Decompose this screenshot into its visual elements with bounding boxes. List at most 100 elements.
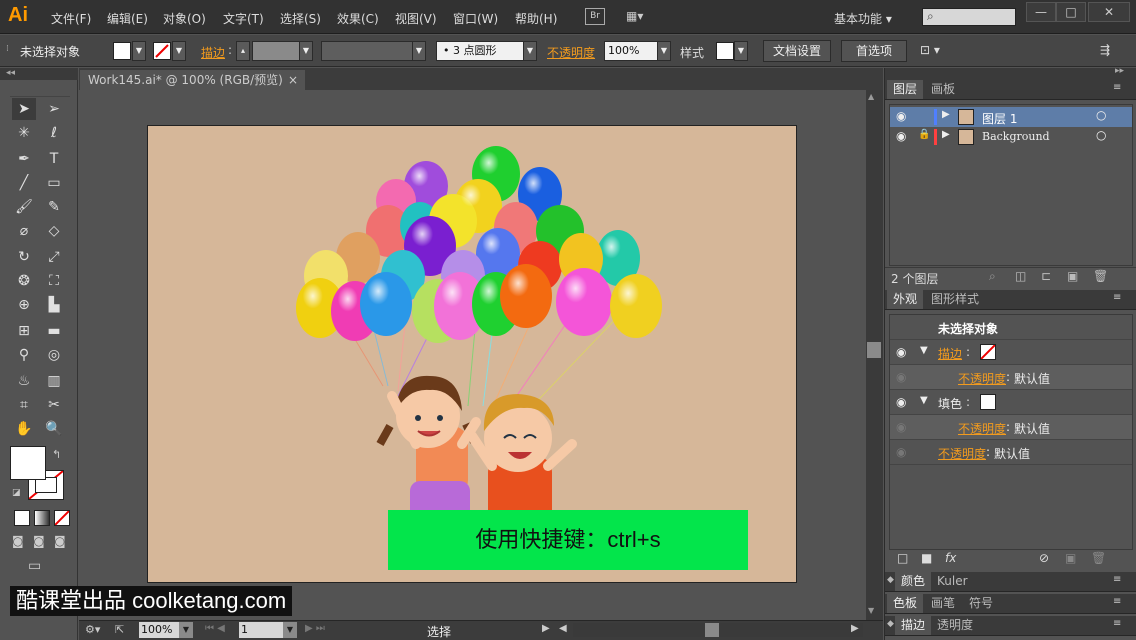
menu-type[interactable]: 文字(T): [223, 10, 264, 27]
restore-button[interactable]: □: [1056, 2, 1086, 22]
eye-icon[interactable]: ◉: [896, 345, 906, 359]
style-swatch[interactable]: [716, 42, 734, 60]
free-transform-tool-icon[interactable]: ⛶: [42, 270, 66, 292]
appearance-fill-opacity-row[interactable]: ◉ 不透明度 : 默认值: [890, 415, 1132, 440]
lock-icon[interactable]: 🔒: [918, 129, 930, 140]
appearance-menu-icon[interactable]: ≡: [1113, 292, 1121, 303]
eraser-tool-icon[interactable]: ◇: [42, 220, 66, 242]
layer-row-2[interactable]: ◉ 🔒 ▶ Background ○: [890, 127, 1132, 147]
appearance-object-opacity-row[interactable]: ◉ 不透明度 : 默认值: [890, 440, 1132, 465]
opacity-label[interactable]: 不透明度: [958, 370, 1006, 387]
pen-tool-icon[interactable]: ✒: [12, 148, 36, 170]
gradient-tool-icon[interactable]: ▬: [42, 320, 66, 342]
opacity-label[interactable]: 不透明度: [958, 420, 1006, 437]
perspective-grid-tool-icon[interactable]: ▙: [42, 294, 66, 316]
menu-effect[interactable]: 效果(C): [337, 10, 379, 27]
arrange-icon[interactable]: ⊡ ▾: [920, 43, 940, 57]
selection-tool-icon[interactable]: ➤: [12, 98, 36, 120]
horizontal-scroll-thumb[interactable]: [705, 623, 719, 637]
paintbrush-tool-icon[interactable]: 🖌: [12, 196, 36, 218]
eye-icon[interactable]: ◉: [896, 420, 906, 434]
default-colors-icon[interactable]: ◪: [12, 488, 21, 498]
bridge-button[interactable]: Br: [585, 8, 605, 25]
document-setup-button[interactable]: 文档设置: [763, 40, 831, 62]
scroll-right-arrow[interactable]: ▶: [851, 623, 859, 634]
warp-tool-icon[interactable]: ❂: [12, 270, 36, 292]
collapse-icon[interactable]: ◂◂: [0, 68, 78, 80]
opacity-field[interactable]: 100%: [604, 41, 658, 61]
target-icon[interactable]: ○: [1096, 128, 1106, 142]
opacity-label[interactable]: 不透明度: [547, 44, 595, 61]
new-sublayer-icon[interactable]: ⊏: [1041, 269, 1051, 283]
artboard-nav-icon[interactable]: ⚙▾: [85, 623, 100, 636]
draw-normal-icon[interactable]: ◙: [12, 534, 24, 548]
opacity-label[interactable]: 不透明度: [938, 445, 986, 462]
menu-file[interactable]: 文件(F): [51, 10, 91, 27]
workspace-switcher[interactable]: 基本功能 ▾: [834, 10, 892, 27]
expand-arrow-icon[interactable]: ▶: [942, 109, 950, 120]
delete-layer-icon[interactable]: 🗑: [1093, 269, 1108, 283]
clipping-mask-icon[interactable]: ◫: [1015, 269, 1026, 283]
close-tab-icon[interactable]: ×: [288, 70, 298, 90]
slice-tool-icon[interactable]: ✂: [42, 394, 66, 416]
add-fill-icon[interactable]: ■: [921, 551, 932, 565]
add-stroke-icon[interactable]: □: [897, 551, 908, 565]
rotate-tool-icon[interactable]: ↻: [12, 246, 36, 268]
fill-color-box[interactable]: [10, 446, 46, 480]
stroke-menu-icon[interactable]: ≡: [1113, 618, 1121, 629]
screen-mode-icon[interactable]: ▭: [28, 558, 41, 574]
eye-icon[interactable]: ◉: [896, 109, 906, 123]
layer-name[interactable]: Background: [982, 130, 1050, 143]
arrange-documents-icon[interactable]: ▦▾: [626, 9, 643, 23]
none-mode-icon[interactable]: [54, 510, 70, 526]
tab-color[interactable]: 颜色: [895, 572, 932, 591]
profile-dropdown[interactable]: ▼: [412, 41, 426, 61]
fill-dropdown[interactable]: ▼: [132, 41, 146, 61]
zoom-field[interactable]: 100%: [139, 622, 179, 638]
shape-builder-tool-icon[interactable]: ⊕: [12, 294, 36, 316]
dock-expand-icon[interactable]: ▸▸: [1115, 66, 1124, 76]
symbol-sprayer-tool-icon[interactable]: ♨: [12, 370, 36, 392]
stroke-dropdown[interactable]: ▼: [172, 41, 186, 61]
appearance-stroke-label[interactable]: 描边: [938, 345, 962, 362]
artboard-dropdown[interactable]: ▼: [283, 622, 297, 638]
vertical-scroll-thumb[interactable]: [867, 342, 881, 358]
tab-kuler[interactable]: Kuler: [931, 572, 974, 591]
eyedropper-tool-icon[interactable]: ⚲: [12, 344, 36, 366]
eye-icon[interactable]: ◉: [896, 129, 906, 143]
stroke-weight-stepper[interactable]: ▴: [236, 41, 250, 61]
new-layer-icon[interactable]: ▣: [1067, 269, 1078, 283]
last-artboard-icon[interactable]: ▶ ⏭: [305, 623, 325, 634]
opacity-dropdown[interactable]: ▼: [657, 41, 671, 61]
appearance-fill-row[interactable]: ◉ ▼ 填色 :: [890, 390, 1132, 415]
tab-swatches[interactable]: 色板: [887, 594, 924, 613]
stroke-none-swatch[interactable]: [980, 344, 996, 360]
tab-graphic-styles[interactable]: 图形样式: [925, 290, 985, 309]
target-icon[interactable]: ○: [1096, 108, 1106, 122]
rectangle-tool-icon[interactable]: ▭: [42, 172, 66, 194]
eye-icon[interactable]: ◉: [896, 445, 906, 459]
zoom-tool-icon[interactable]: 🔍: [42, 418, 66, 440]
menu-select[interactable]: 选择(S): [280, 10, 321, 27]
layer-name[interactable]: 图层 1: [982, 110, 1017, 127]
menu-object[interactable]: 对象(O): [163, 10, 206, 27]
variable-width-profile[interactable]: [321, 41, 413, 61]
tab-artboards[interactable]: 画板: [925, 80, 961, 99]
eye-icon[interactable]: ◉: [896, 395, 906, 409]
share-icon[interactable]: ⇱: [115, 623, 124, 636]
hand-tool-icon[interactable]: ✋: [12, 418, 36, 440]
appearance-stroke-opacity-row[interactable]: ◉ 不透明度 : 默认值: [890, 365, 1132, 390]
artboard-tool-icon[interactable]: ⌗: [12, 394, 36, 416]
layer-row-1[interactable]: ◉ ▶ 图层 1 ○: [890, 107, 1132, 127]
style-dropdown[interactable]: ▼: [734, 41, 748, 61]
blob-brush-tool-icon[interactable]: ⌀: [12, 220, 36, 242]
swatches-menu-icon[interactable]: ≡: [1113, 596, 1121, 607]
stroke-label[interactable]: 描边: [201, 44, 225, 61]
draw-behind-icon[interactable]: ◙: [33, 534, 45, 548]
first-artboard-icon[interactable]: ⏮ ◀: [205, 623, 225, 634]
eye-icon[interactable]: ◉: [896, 370, 906, 384]
appearance-stroke-row[interactable]: ◉ ▼ 描边 :: [890, 340, 1132, 365]
draw-inside-icon[interactable]: ◙: [54, 534, 66, 548]
fill-swatch[interactable]: [113, 42, 131, 60]
pencil-tool-icon[interactable]: ✎: [42, 196, 66, 218]
